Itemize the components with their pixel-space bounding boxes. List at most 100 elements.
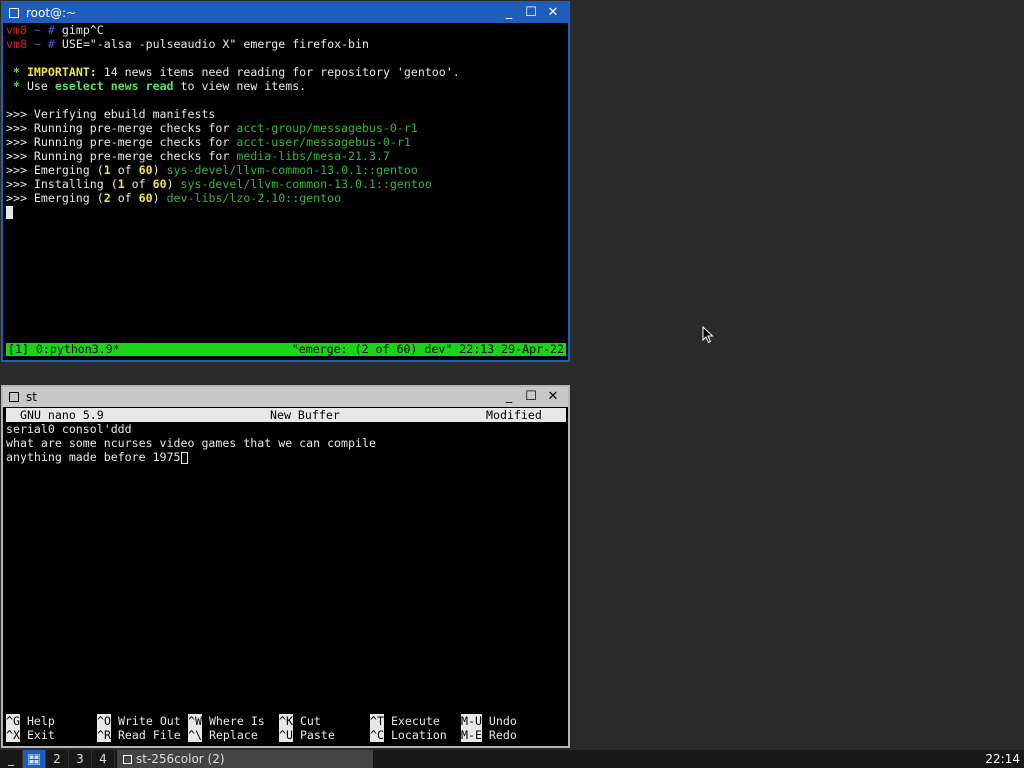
terminal-text-segment: eselect news read — [54, 79, 174, 93]
nano-shortcut-key: ^U — [279, 728, 293, 742]
tmux-window-list: [1] 0:python3.9* — [8, 342, 120, 356]
terminal-text-segment: >>> Running pre-merge checks for — [6, 149, 237, 163]
window-menu-icon[interactable] — [9, 392, 19, 402]
close-button[interactable]: ✕ — [542, 3, 564, 23]
nano-shortcut-label: Execute — [383, 714, 440, 728]
nano-shortcut: M-U Undo — [461, 714, 552, 728]
workspace-2-button[interactable]: 2 — [46, 750, 69, 768]
window-titlebar[interactable]: st _ ☐ ✕ — [3, 387, 568, 407]
terminal-text-segment: sys-devel/llvm-common-13.0.1::gentoo — [180, 177, 432, 191]
nano-version: GNU nano 5.9 — [20, 408, 104, 422]
nano-shortcut: ^G Help — [6, 714, 97, 728]
terminal-text-segment: * — [6, 65, 27, 79]
terminal-text-segment: of — [110, 191, 139, 205]
terminal-line: >>> Emerging (1 of 60) sys-devel/llvm-co… — [6, 163, 566, 177]
nano-modified-state: Modified — [486, 408, 542, 422]
nano-shortcut: ^W Where Is — [188, 714, 279, 728]
terminal-text-segment: 2 — [103, 191, 111, 205]
minimize-button[interactable]: _ — [498, 3, 520, 23]
nano-shortcut-key: ^G — [6, 714, 20, 728]
nano-shortcut: ^\ Replace — [188, 728, 279, 742]
maximize-button[interactable]: ☐ — [520, 3, 542, 23]
terminal-text-segment: ~ — [26, 37, 48, 51]
nano-shortcut-key: ^T — [370, 714, 384, 728]
nano-shortcut-label: Where Is — [201, 714, 265, 728]
mouse-pointer-icon — [702, 326, 714, 344]
terminal-text-segment: to view new items. — [173, 79, 307, 93]
taskbar-menu-button[interactable]: _ — [0, 750, 23, 768]
terminal-text-segment: 1 — [103, 163, 111, 177]
terminal-text-segment: 60 — [152, 177, 167, 191]
nano-shortcut: ^U Paste — [279, 728, 370, 742]
nano-shortcut-key: ^K — [279, 714, 293, 728]
nano-shortcut: M-E Redo — [461, 728, 552, 742]
close-button[interactable]: ✕ — [542, 387, 564, 407]
workspace-grid-icon — [28, 753, 40, 765]
nano-shortcut: ^K Cut — [279, 714, 370, 728]
nano-shortcut-label: Cut — [292, 714, 321, 728]
terminal-text-segment: # — [47, 37, 62, 51]
workspace-4-button[interactable]: 4 — [92, 750, 115, 768]
nano-shortcut-key: ^X — [6, 728, 20, 742]
nano-shortcut-label: Location — [383, 728, 447, 742]
terminal-text-segment: IMPORTANT: — [26, 65, 97, 79]
terminal-line: vm8 ~ # USE="-alsa -pulseaudio X" emerge… — [6, 37, 566, 51]
terminal-text-segment: ) — [152, 191, 167, 205]
tmux-status-right: "emerge: (2 of 60) dev" 22:13 29-Apr-22 — [291, 342, 564, 356]
nano-shortcut-label: Read File — [110, 728, 181, 742]
tmux-status-bar: [1] 0:python3.9* "emerge: (2 of 60) dev"… — [6, 343, 566, 356]
nano-shortcut-key: M-U — [461, 714, 482, 728]
nano-shortcut: ^T Execute — [370, 714, 461, 728]
nano-shortcut: ^X Exit — [6, 728, 97, 742]
terminal-text-segment: >>> Emerging ( — [6, 163, 104, 177]
taskbar-task-label: st-256color (2) — [136, 752, 225, 766]
terminal-line: >>> Running pre-merge checks for acct-us… — [6, 135, 566, 149]
window-title: root@:~ — [26, 6, 77, 20]
nano-text-line[interactable]: serial0 consol'ddd — [6, 422, 566, 436]
nano-text-content: anything made before 1975 — [6, 450, 181, 464]
minimize-button[interactable]: _ — [498, 387, 520, 407]
terminal-text-segment: >>> Running pre-merge checks for — [6, 121, 237, 135]
terminal-line: >>> Running pre-merge checks for acct-gr… — [6, 121, 566, 135]
nano-shortcut: ^R Read File — [97, 728, 188, 742]
nano-shortcut-label: Paste — [292, 728, 335, 742]
workspace-3-button[interactable]: 3 — [69, 750, 92, 768]
terminal-text-segment: gimp^C — [61, 23, 104, 37]
terminal-text-segment: of — [110, 163, 139, 177]
nano-shortcut-label: Write Out — [110, 714, 181, 728]
window-menu-icon[interactable] — [9, 8, 19, 18]
nano-shortcut-label: Exit — [19, 728, 55, 742]
terminal-text-segment: >>> Verifying ebuild manifests — [6, 107, 216, 121]
terminal-text-segment: media-libs/mesa-21.3.7 — [236, 149, 390, 163]
terminal-text-segment: dev-libs/lzo-2.10::gentoo — [166, 191, 342, 205]
terminal-line: vm8 ~ # gimp^C — [6, 23, 566, 37]
terminal-text-segment: 14 news items need reading for repositor… — [96, 65, 460, 79]
nano-text-line[interactable]: anything made before 1975 — [6, 450, 566, 464]
workspace-1-button[interactable] — [23, 750, 46, 768]
terminal-output[interactable]: vm8 ~ # gimp^C vm8 ~ # USE="-alsa -pulsea… — [6, 23, 566, 358]
terminal-text-segment: 1 — [117, 177, 125, 191]
clock: 22:14 — [985, 752, 1020, 766]
nano-shortcut-key: ^C — [370, 728, 384, 742]
taskbar: _ 2 3 4 st-256color (2) 22:14 — [0, 750, 1024, 768]
terminal-text-segment: sys-devel/llvm-common-13.0.1::gentoo — [166, 163, 418, 177]
window-icon — [123, 754, 132, 764]
nano-text-line[interactable]: what are some ncurses video games that w… — [6, 436, 566, 450]
terminal-text-segment: 60 — [138, 163, 153, 177]
nano-shortcut-label: Undo — [481, 714, 517, 728]
terminal-text-segment: * — [6, 79, 27, 93]
window-titlebar[interactable]: root@:~ _ ☐ ✕ — [3, 3, 568, 23]
nano-editor[interactable]: GNU nano 5.9 New Buffer Modified serial0… — [6, 407, 566, 744]
terminal-line: >>> Installing (1 of 60) sys-devel/llvm-… — [6, 177, 566, 191]
nano-shortcut-bar: ^G Help ^O Write Out ^W Where Is ^K Cut ^T E… — [6, 714, 566, 742]
nano-shortcut: ^O Write Out — [97, 714, 188, 728]
taskbar-task-st[interactable]: st-256color (2) — [117, 750, 373, 768]
terminal-window-st[interactable]: st _ ☐ ✕ GNU nano 5.9 New Buffer Modifie… — [1, 385, 570, 748]
terminal-line: >>> Verifying ebuild manifests — [6, 107, 566, 121]
nano-shortcut: ^C Location — [370, 728, 461, 742]
terminal-text-segment: ) — [152, 163, 167, 177]
terminal-window-root[interactable]: root@:~ _ ☐ ✕ vm8 ~ # gimp^C vm8 ~ # USE=… — [1, 1, 570, 362]
terminal-line: * Use eselect news read to view new item… — [6, 79, 566, 93]
nano-shortcut-key: ^O — [97, 714, 111, 728]
maximize-button[interactable]: ☐ — [520, 387, 542, 407]
